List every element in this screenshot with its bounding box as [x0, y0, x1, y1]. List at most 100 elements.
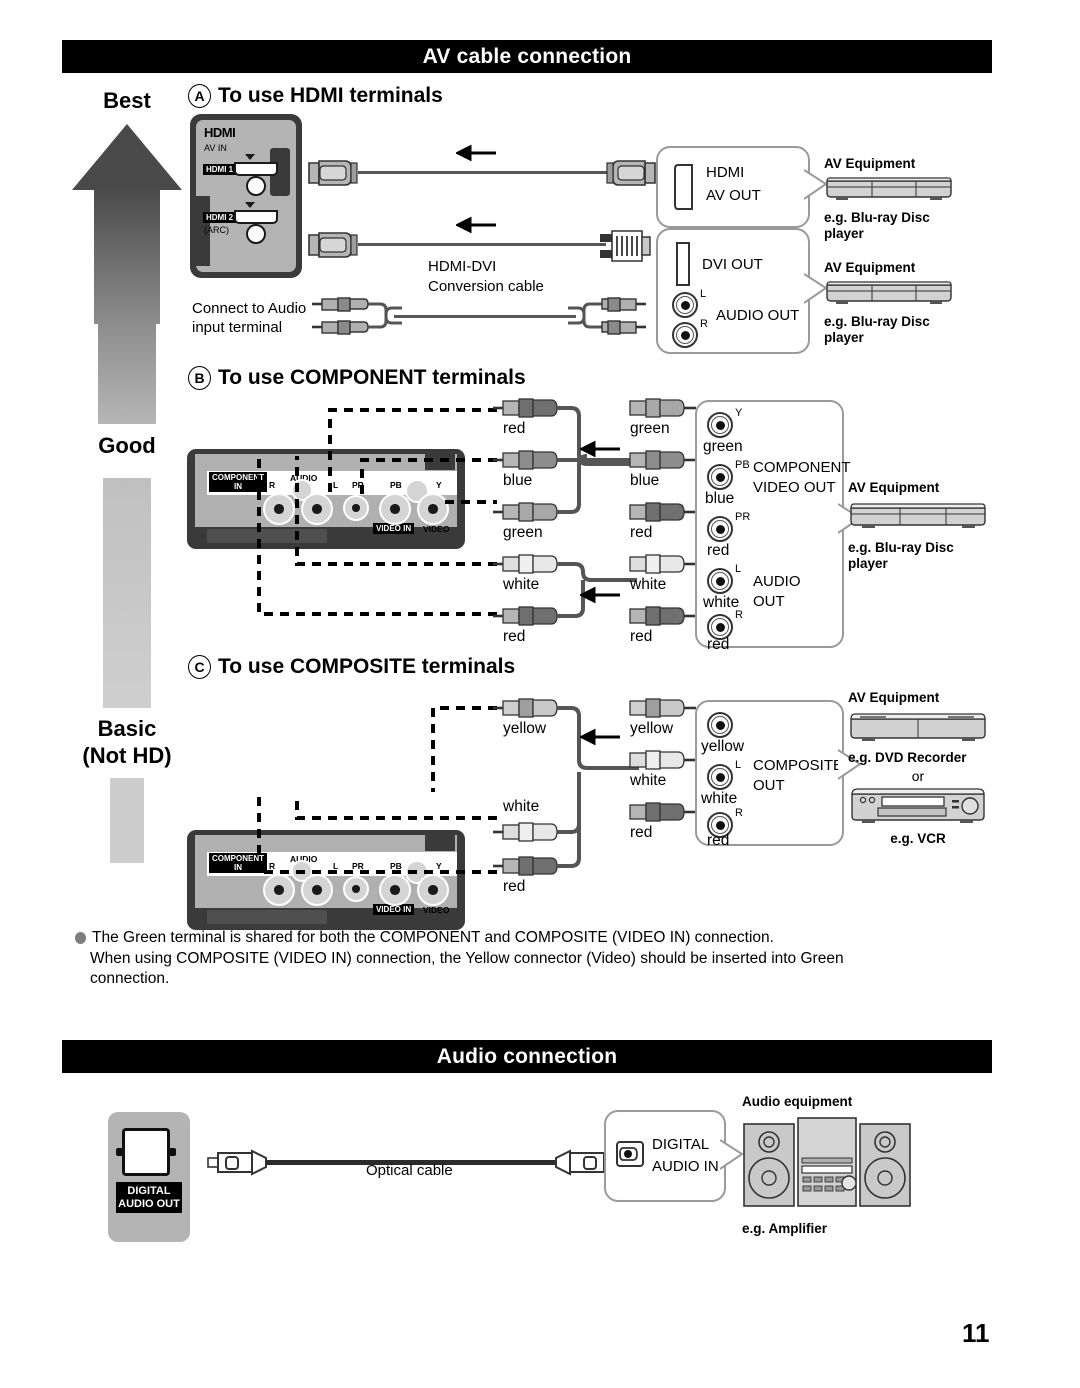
port-nub-right [169, 1148, 176, 1156]
note-line2: When using COMPOSITE (VIDEO IN) connecti… [90, 949, 844, 967]
hdmi-audio-rca-cable [310, 296, 660, 338]
cable-color-label: white [503, 798, 540, 815]
bluray-player-icon [850, 503, 986, 528]
hdmi2-port [234, 210, 278, 224]
cable-color-label: blue [630, 472, 660, 489]
cable-line [394, 315, 576, 318]
quality-label-basic-line2: (Not HD) [82, 743, 172, 768]
jack-ring [711, 716, 729, 734]
equipment-caption-1: e.g. DVD Recorder [848, 750, 967, 765]
direction-arrow-left-icon [456, 216, 496, 234]
hdmi2-screw [246, 224, 266, 244]
equipment-or: or [911, 767, 925, 784]
hdmi-av-in-label: AV IN [204, 143, 227, 153]
hdmi1-screw [246, 176, 266, 196]
cable-color-label: red [630, 628, 653, 645]
marker-c: C [188, 655, 211, 679]
dvd-recorder-icon [850, 713, 986, 741]
jack-ring [711, 572, 729, 590]
cable-color-label: red [630, 524, 653, 541]
hdmi-plug-left-icon [308, 160, 358, 186]
section-title-av-cable: AV cable connection [422, 44, 632, 68]
arrow-shaft-best [94, 188, 160, 324]
cable-color-label: green [630, 420, 670, 437]
optical-cable-label: Optical cable [366, 1162, 453, 1179]
digital-audio-out-line1: DIGITAL [127, 1185, 171, 1197]
equipment-audio: Audio equipment e.g. Amplifier [742, 1094, 922, 1236]
section-bar-av-cable: AV cable connection [62, 40, 992, 73]
hdmi-dvi-cable-label-line1: HDMI-DVI [428, 258, 497, 275]
section-title-audio: Audio connection [436, 1044, 618, 1068]
equipment-title: AV Equipment [824, 156, 916, 171]
jack-color-label-blue: blue [705, 490, 735, 507]
dvi-port-icon [676, 242, 690, 286]
heading-component: B To use COMPONENT terminals [188, 366, 526, 390]
amplifier-speakers-icon [743, 1117, 911, 1207]
heading-hdmi: A To use HDMI terminals [188, 84, 443, 108]
digital-audio-in-line2: AUDIO IN [652, 1158, 719, 1175]
digital-audio-in-line1: DIGITAL [652, 1136, 710, 1153]
jack-top-label-r: R [735, 609, 743, 621]
jack-color-label-green: green [703, 438, 743, 455]
equipment-caption-2: e.g. VCR [890, 830, 946, 846]
equipment-caption-line2: player [824, 329, 864, 345]
jack-ring [711, 416, 729, 434]
page-number: 11 [962, 1318, 990, 1348]
composite-out-line2: OUT [753, 777, 785, 794]
jack-ring [676, 296, 694, 314]
hdmi-dvi-cable [306, 216, 656, 262]
hdmi-cable-1 [306, 144, 656, 188]
bullet-icon [75, 932, 86, 944]
panel-bottom-dark [207, 910, 327, 924]
rca-pair-right-icon [568, 297, 646, 335]
equipment-hdmi-2: AV Equipment e.g. Blu-ray Disc player [824, 260, 994, 345]
equipment-component: AV Equipment e.g. Blu-ray Disc player [848, 480, 1023, 571]
hdmi-plug-right-icon [606, 160, 656, 186]
callout-digital-audio-in: DIGITAL AUDIO IN [604, 1110, 726, 1202]
component-dashed-links [257, 408, 497, 616]
jack-ring [711, 468, 729, 486]
direction-arrow-component-audio-icon [580, 586, 620, 604]
equipment-title: AV Equipment [824, 260, 916, 275]
tv-panel-hdmi: HDMI AV IN HDMI 1 HDMI 2 (ARC) [190, 114, 302, 278]
equipment-caption-line2: player [824, 225, 864, 241]
component-audio-out-line1: AUDIO [753, 573, 801, 590]
audio-out-l-label: L [700, 288, 707, 300]
note-line3: connection. [90, 970, 170, 988]
hdmi1-triangle-icon [245, 154, 255, 160]
cable-color-label: white [630, 772, 667, 789]
equipment-composite: AV Equipment e.g. DVD Recorder or e.g. V… [848, 690, 1028, 850]
component-audio-out-line2: OUT [753, 593, 785, 610]
jack-ring [711, 768, 729, 786]
port-nub-left [116, 1148, 123, 1156]
callout-composite-out: yellow L white R red COMPOSITE OUT [695, 700, 844, 849]
section-bar-audio: Audio connection [62, 1040, 992, 1073]
direction-arrow-composite-icon [580, 728, 620, 746]
hdmi-logo: HDMI [204, 125, 236, 140]
jack-top-label-l: L [735, 759, 742, 771]
jack-ring [711, 520, 729, 538]
optical-in-port-icon [616, 1141, 644, 1167]
jack-ring [711, 618, 729, 636]
equipment-title: AV Equipment [848, 480, 940, 495]
jack-color-label-yellow: yellow [701, 738, 745, 755]
cable-color-label: green [503, 524, 543, 541]
vcr-icon [851, 788, 985, 823]
equipment-caption-line1: e.g. Blu-ray Disc [824, 314, 930, 329]
hdmi2-triangle-icon [245, 202, 255, 208]
jack-color-label-white: white [701, 790, 738, 807]
heading-composite: C To use COMPOSITE terminals [188, 655, 515, 679]
cable-color-label: white [503, 576, 540, 593]
cable-color-label: blue [503, 472, 533, 489]
jack-top-label-l: L [735, 563, 742, 575]
optical-plug-left-icon [207, 1149, 280, 1176]
jack-ring [676, 326, 694, 344]
connect-audio-note-line2: input terminal [192, 319, 283, 336]
bluray-player-icon [826, 281, 952, 304]
digital-audio-out-tag: DIGITAL AUDIO OUT [116, 1182, 182, 1214]
jack-color-label-red2: red [707, 636, 730, 653]
jack-top-label-y: Y [735, 407, 743, 419]
note-block: The Green terminal is shared for both th… [75, 928, 995, 990]
equipment-hdmi-1: AV Equipment e.g. Blu-ray Disc player [824, 156, 994, 241]
cable-color-label: yellow [503, 720, 547, 737]
